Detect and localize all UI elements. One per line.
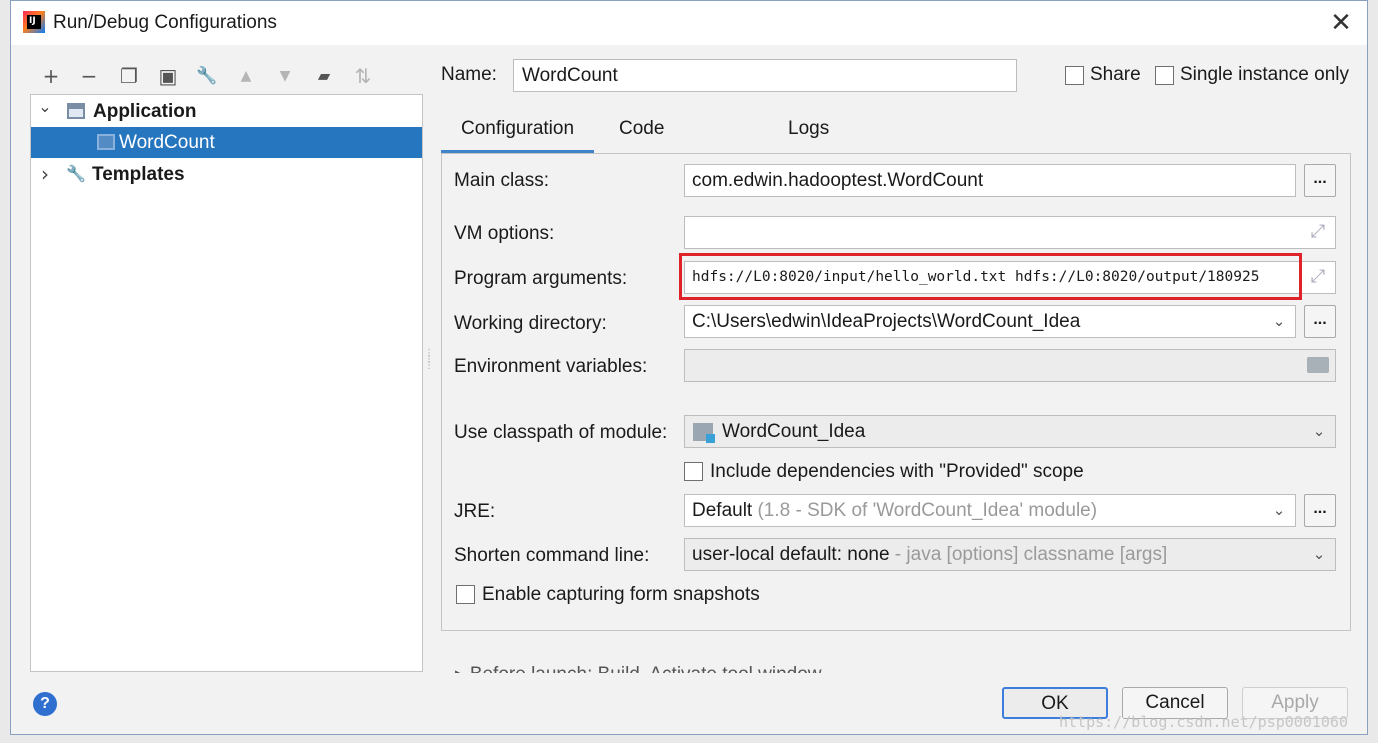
snapshots-checkbox[interactable] (456, 585, 475, 604)
add-icon[interactable]: + (37, 61, 65, 91)
chevron-right-icon[interactable]: › (37, 159, 53, 190)
before-launch-section-clipped[interactable]: ▸ Before launch: Build, Activate tool wi… (455, 665, 822, 673)
chevron-down-icon[interactable]: ⌄ (1309, 539, 1329, 570)
highlight-annotation (679, 253, 1302, 300)
main-class-input[interactable]: com.edwin.hadooptest.WordCount (684, 164, 1296, 197)
name-label: Name: (441, 64, 497, 85)
single-instance-checkbox[interactable] (1155, 66, 1174, 85)
working-dir-label: Working directory: (454, 313, 607, 334)
chevron-down-icon[interactable]: ⌄ (1269, 495, 1289, 526)
application-icon (67, 103, 85, 119)
env-vars-label: Environment variables: (454, 356, 648, 377)
jre-combo[interactable]: Default (1.8 - SDK of 'WordCount_Idea' m… (684, 494, 1296, 527)
watermark: https://blog.csdn.net/psp0001060 (1059, 713, 1348, 731)
vm-options-label: VM options: (454, 223, 555, 244)
remove-icon[interactable]: − (75, 61, 103, 91)
copy-icon[interactable]: ❐ (115, 61, 143, 91)
tree-node-wordcount[interactable]: WordCount (31, 127, 422, 158)
title-bar: IJ Run/Debug Configurations ✕ (11, 1, 1367, 45)
jre-browse-button[interactable]: ... (1304, 494, 1336, 527)
run-debug-dialog: IJ Run/Debug Configurations ✕ + − ❐ ▣ 🔧 … (10, 0, 1368, 735)
chevron-down-icon[interactable]: ⌄ (1269, 306, 1289, 337)
expand-icon[interactable]: ⤢ (1307, 266, 1329, 288)
jre-label: JRE: (454, 501, 496, 522)
include-deps-label[interactable]: Include dependencies with "Provided" sco… (710, 461, 1084, 483)
classpath-module-combo[interactable]: WordCount_Idea ⌄ (684, 415, 1336, 448)
classpath-label: Use classpath of module: (454, 422, 668, 443)
snapshots-label[interactable]: Enable capturing form snapshots (482, 584, 760, 606)
config-tree: ⌄ Application WordCount › 🔧 Templates (30, 94, 423, 672)
tab-code-coverage[interactable]: Code Coverage (599, 109, 721, 179)
expand-icon[interactable]: ⤢ (1307, 221, 1329, 243)
env-vars-input[interactable] (684, 349, 1336, 382)
window-title: Run/Debug Configurations (53, 12, 277, 33)
tree-label-wordcount: WordCount (119, 132, 215, 153)
tree-node-templates[interactable]: › 🔧 Templates (31, 159, 422, 190)
chevron-down-icon[interactable]: ⌄ (1309, 416, 1329, 447)
program-args-label: Program arguments: (454, 268, 628, 289)
move-up-icon[interactable]: ▲ (232, 61, 260, 91)
name-input[interactable]: WordCount (513, 59, 1017, 92)
help-icon[interactable]: ? (33, 692, 57, 716)
main-class-label: Main class: (454, 170, 550, 191)
shorten-cmd-combo[interactable]: user-local default: none - java [options… (684, 538, 1336, 571)
tree-node-application[interactable]: ⌄ Application (31, 96, 422, 127)
working-dir-combo[interactable]: C:\Users\edwin\IdeaProjects\WordCount_Id… (684, 305, 1296, 338)
wrench-icon: 🔧 (66, 166, 86, 183)
splitter-handle[interactable]: ⋮ ⋮ ⋮ (424, 349, 434, 375)
wrench-icon[interactable]: 🔧 (193, 61, 221, 91)
tree-label-application: Application (93, 101, 197, 122)
move-down-icon[interactable]: ▼ (271, 61, 299, 91)
vm-options-input[interactable]: ⤢ (684, 216, 1336, 249)
working-dir-browse-button[interactable]: ... (1304, 305, 1336, 338)
sort-icon[interactable]: ⇅ (349, 61, 377, 91)
module-icon (693, 423, 715, 443)
main-class-browse-button[interactable]: ... (1304, 164, 1336, 197)
chevron-down-icon[interactable]: ⌄ (37, 91, 53, 122)
tree-label-templates: Templates (92, 164, 185, 185)
share-label[interactable]: Share (1090, 64, 1141, 86)
tab-configuration[interactable]: Configuration (441, 109, 595, 153)
shorten-cmd-label: Shorten command line: (454, 545, 650, 566)
run-config-icon (97, 134, 115, 150)
intellij-app-icon: IJ (23, 11, 45, 33)
new-folder-icon[interactable]: ▰ (310, 61, 338, 91)
tab-logs[interactable]: Logs (768, 109, 849, 153)
include-deps-checkbox[interactable] (684, 462, 703, 481)
save-icon[interactable]: ▣ (154, 61, 182, 91)
single-instance-label[interactable]: Single instance only (1180, 64, 1349, 86)
folder-icon[interactable] (1307, 357, 1329, 373)
close-icon[interactable]: ✕ (1325, 7, 1357, 39)
share-checkbox[interactable] (1065, 66, 1084, 85)
